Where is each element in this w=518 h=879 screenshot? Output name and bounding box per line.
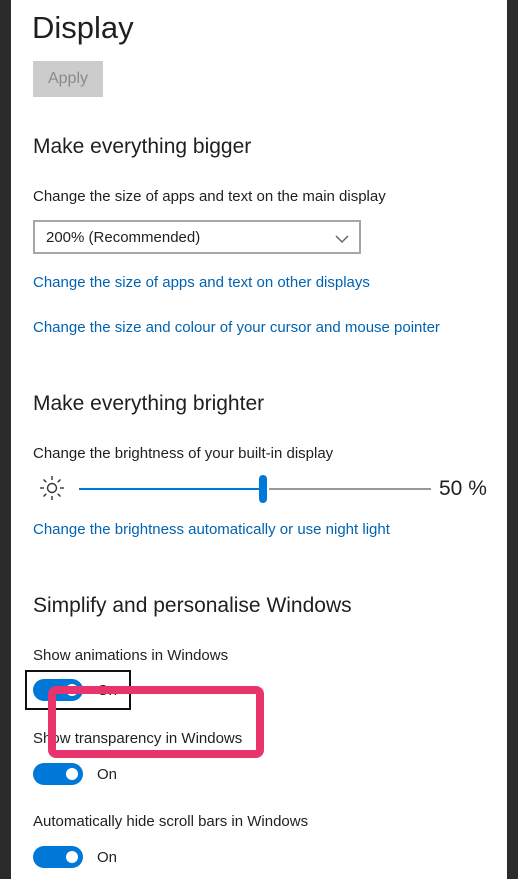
link-cursor-size[interactable]: Change the size and colour of your curso…: [33, 319, 440, 336]
window-frame: Display Apply Make everything bigger Cha…: [0, 0, 518, 879]
section-heading-brighter: Make everything brighter: [33, 392, 265, 415]
link-other-displays[interactable]: Change the size of apps and text on othe…: [33, 274, 370, 291]
slider-thumb[interactable]: [259, 475, 267, 503]
brightness-value: 50 %: [439, 477, 487, 500]
slider-track-filled: [79, 488, 263, 490]
size-label: Change the size of apps and text on the …: [33, 188, 386, 205]
toggle-knob: [66, 851, 78, 863]
section-heading-bigger: Make everything bigger: [33, 135, 252, 158]
toggle-knob: [66, 768, 78, 780]
transparency-toggle[interactable]: [33, 763, 83, 785]
scrollbars-toggle[interactable]: [33, 846, 83, 868]
scrollbars-label: Automatically hide scroll bars in Window…: [33, 813, 309, 830]
scale-dropdown[interactable]: 200% (Recommended): [33, 220, 361, 254]
link-night-light[interactable]: Change the brightness automatically or u…: [33, 521, 390, 538]
chevron-down-icon: [335, 231, 349, 249]
animations-label: Show animations in Windows: [33, 647, 229, 664]
scrollbars-state: On: [97, 849, 118, 866]
slider-track-empty: [269, 488, 431, 490]
transparency-state: On: [97, 766, 118, 783]
section-heading-simplify: Simplify and personalise Windows: [33, 594, 352, 617]
page-title: Display: [32, 10, 134, 45]
brightness-label: Change the brightness of your built-in d…: [33, 445, 334, 462]
highlight-annotation: [48, 686, 264, 758]
sun-icon: [39, 475, 65, 506]
brightness-slider[interactable]: 50 %: [33, 472, 493, 506]
apply-button[interactable]: Apply: [33, 61, 103, 97]
scale-dropdown-value: 200% (Recommended): [46, 229, 201, 246]
